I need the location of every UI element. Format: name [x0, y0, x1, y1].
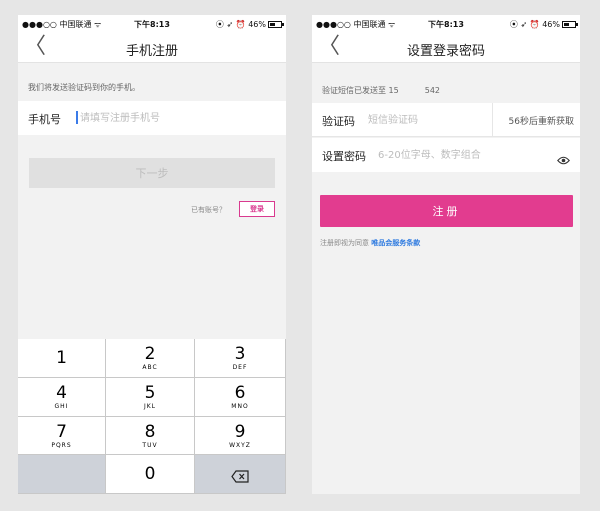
- register-button[interactable]: 注册: [320, 195, 573, 227]
- key-0[interactable]: 0: [106, 455, 195, 494]
- delete-key[interactable]: [195, 455, 286, 494]
- agreement-prefix: 注册即视为同意: [320, 239, 369, 247]
- key-letters: GHI: [54, 402, 69, 410]
- phone-label: 手机号: [28, 113, 61, 126]
- code-label: 验证码: [322, 115, 355, 128]
- page-title: 手机注册: [125, 44, 178, 59]
- sms-sent-prefix: 验证短信已发送至 15: [322, 86, 399, 95]
- battery-text: 46%: [248, 20, 266, 29]
- key-9[interactable]: 9 WXYZ: [195, 416, 286, 456]
- key-digit: 0: [144, 464, 156, 485]
- status-icons: ⦿ ➶ ⏰: [509, 20, 540, 29]
- have-account-text: 已有账号？: [191, 206, 226, 214]
- key-digit: 7: [56, 421, 67, 442]
- status-icons: ⦿ ➶ ⏰: [215, 20, 246, 29]
- phone-screen-register: ●●●○○ 中国联通 ᯤ 下午8:13 ⦿ ➶ ⏰ 46% 〈 手机注册 我们将…: [18, 15, 286, 494]
- key-digit: 5: [144, 382, 156, 403]
- login-button[interactable]: 登录: [239, 201, 275, 217]
- key-digit: 9: [234, 421, 246, 442]
- battery-fill: [270, 23, 276, 26]
- sms-sent-hint: 验证短信已发送至 15 542: [322, 85, 440, 96]
- key-digit: 3: [234, 344, 246, 364]
- key-letters: JKL: [143, 402, 157, 410]
- key-digit: 4: [56, 382, 67, 403]
- battery-icon: [562, 21, 578, 28]
- phone-row: 手机号: [18, 101, 286, 135]
- key-2[interactable]: 2 ABC: [106, 339, 195, 378]
- resend-code-button[interactable]: 56秒后重新获取: [509, 114, 574, 127]
- key-7[interactable]: 7 PQRS: [18, 416, 106, 456]
- key-letters: ABC: [142, 364, 158, 371]
- eye-icon[interactable]: [557, 150, 570, 169]
- numeric-keypad: 1 2 ABC 3 DEF 4 GHI 5 JKL 6 MNO 7 PQRS 8 TUV 9W…: [18, 339, 286, 494]
- sms-sent-suffix: 542: [424, 86, 441, 95]
- verify-code-input[interactable]: [368, 112, 486, 128]
- battery-text: 46%: [542, 20, 560, 29]
- key-blank: [18, 455, 106, 494]
- key-3[interactable]: 3 DEF: [195, 339, 286, 378]
- key-8[interactable]: 8 TUV: [106, 416, 195, 456]
- password-input[interactable]: [378, 147, 548, 163]
- agreement-text: 注册即视为同意 唯品会服务条款: [320, 238, 420, 248]
- terms-link[interactable]: 唯品会服务条款: [371, 239, 420, 247]
- key-1[interactable]: 1: [18, 339, 106, 378]
- battery-icon: [268, 21, 284, 28]
- key-6[interactable]: 6 MNO: [195, 377, 286, 417]
- text-caret: [76, 111, 78, 124]
- backspace-icon: [231, 468, 249, 487]
- battery-fill: [564, 23, 570, 26]
- key-digit: 6: [234, 382, 246, 403]
- key-letters: TUV: [142, 441, 158, 449]
- divider: [492, 103, 493, 137]
- password-label: 设置密码: [322, 150, 366, 163]
- nav-bar: 〈 手机注册: [18, 33, 286, 63]
- key-4[interactable]: 4 GHI: [18, 377, 106, 417]
- key-digit: 8: [144, 421, 156, 442]
- status-bar: ●●●○○ 中国联通 ᯤ 下午8:13 ⦿ ➶ ⏰ 46%: [18, 15, 286, 33]
- key-letters: MNO: [231, 402, 249, 410]
- page-title: 设置登录密码: [406, 44, 485, 59]
- nav-bar: 〈 设置登录密码: [312, 33, 580, 63]
- key-letters: WXYZ: [229, 441, 251, 449]
- phone-screen-set-password: ●●●○○ 中国联通 ᯤ 下午8:13 ⦿ ➶ ⏰ 46% 〈 设置登录密码 验…: [312, 15, 580, 494]
- key-digit: 2: [144, 344, 156, 364]
- key-letters: DEF: [232, 364, 248, 371]
- masked-number: [398, 85, 425, 94]
- password-row: 设置密码: [312, 138, 580, 172]
- key-5[interactable]: 5 JKL: [106, 377, 195, 417]
- key-letters: PQRS: [51, 441, 72, 449]
- next-button[interactable]: 下一步: [29, 158, 275, 188]
- status-bar: ●●●○○ 中国联通 ᯤ 下午8:13 ⦿ ➶ ⏰ 46%: [312, 15, 580, 33]
- key-digit: 1: [56, 348, 67, 368]
- send-code-hint: 我们将发送验证码到你的手机。: [28, 83, 140, 92]
- verify-code-row: 验证码 56秒后重新获取: [312, 103, 580, 137]
- phone-input[interactable]: [80, 110, 270, 126]
